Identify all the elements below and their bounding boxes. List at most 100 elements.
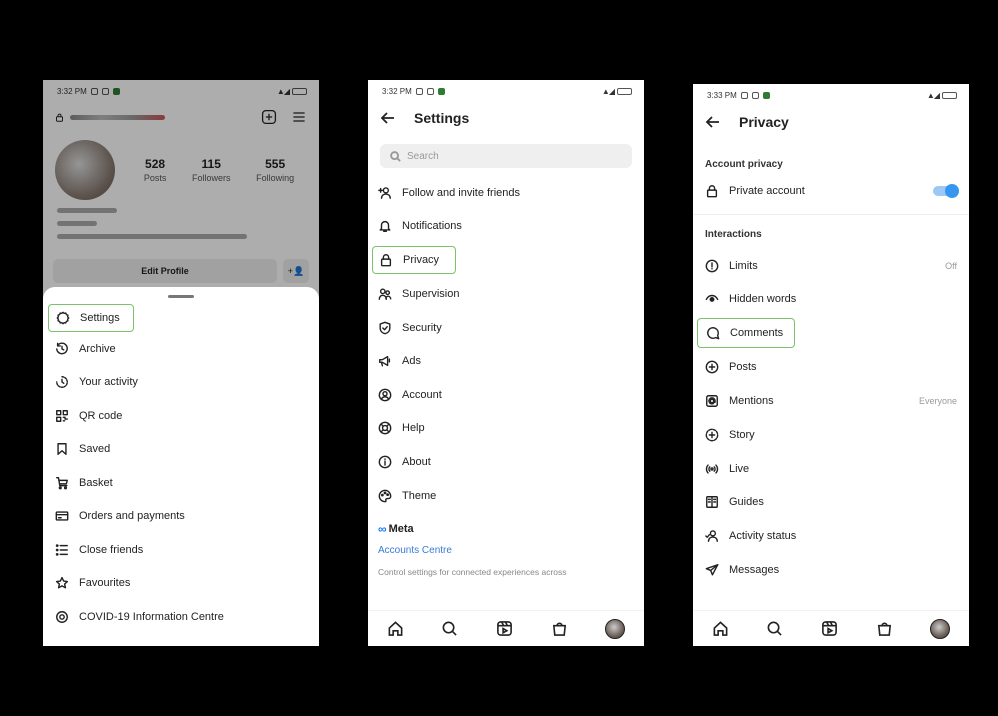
search-icon[interactable] bbox=[766, 620, 783, 637]
menu-item-archive[interactable]: Archive bbox=[43, 332, 319, 366]
accounts-centre-link[interactable]: Accounts Centre bbox=[378, 545, 634, 556]
bell-icon bbox=[378, 219, 392, 233]
meta-infinity-icon: ∞ bbox=[378, 522, 387, 537]
privacy-screen: 3:33 PM ▲◢ Privacy Account privacy Priva… bbox=[693, 84, 969, 646]
settings-item-privacy[interactable]: Privacy bbox=[372, 246, 456, 275]
profile-avatar-tab[interactable] bbox=[930, 618, 951, 639]
comment-icon bbox=[706, 326, 720, 340]
bookmark-icon bbox=[55, 442, 69, 456]
gear-icon bbox=[56, 311, 70, 325]
bottom-sheet-menu: Settings Archive Your activity QR code S… bbox=[43, 287, 319, 646]
privacy-item-limits[interactable]: Limits Off bbox=[693, 249, 969, 283]
privacy-item-posts[interactable]: Posts bbox=[693, 350, 969, 384]
lock-icon bbox=[379, 253, 393, 267]
qr-code-icon bbox=[55, 409, 69, 423]
privacy-item-hidden-words[interactable]: Hidden words bbox=[693, 283, 969, 317]
add-person-icon bbox=[378, 186, 392, 200]
settings-item-notifications[interactable]: Notifications bbox=[368, 210, 644, 244]
search-input[interactable]: Search bbox=[380, 144, 632, 168]
post-icon bbox=[705, 360, 719, 374]
settings-item-security[interactable]: Security bbox=[368, 311, 644, 345]
activity-status-icon bbox=[705, 529, 719, 543]
settings-item-help[interactable]: Help bbox=[368, 412, 644, 446]
limits-icon bbox=[705, 259, 719, 273]
search-icon bbox=[390, 150, 401, 162]
status-time: 3:33 PM bbox=[707, 90, 737, 100]
menu-item-settings[interactable]: Settings bbox=[48, 304, 134, 332]
at-icon bbox=[705, 394, 719, 408]
activity-icon bbox=[55, 375, 69, 389]
list-icon bbox=[55, 543, 69, 557]
settings-item-about[interactable]: About bbox=[368, 445, 644, 479]
bottom-nav bbox=[368, 610, 644, 646]
page-title: Settings bbox=[414, 110, 470, 126]
settings-screen: 3:32 PM ▲◢ Settings Search Follow and in… bbox=[368, 80, 644, 646]
meta-section: ∞ Meta Accounts Centre Control settings f… bbox=[368, 512, 644, 577]
privacy-item-activity-status[interactable]: Activity status bbox=[693, 519, 969, 553]
status-icons: ▲◢ bbox=[927, 91, 957, 100]
section-account-privacy: Account privacy bbox=[705, 158, 783, 170]
meta-description: Control settings for connected experienc… bbox=[378, 567, 567, 578]
reels-icon[interactable] bbox=[821, 620, 838, 637]
bottom-nav bbox=[693, 610, 969, 646]
menu-item-orders-payments[interactable]: Orders and payments bbox=[43, 500, 319, 534]
settings-header: Settings bbox=[368, 102, 644, 134]
private-account-toggle[interactable] bbox=[933, 183, 959, 198]
eye-icon bbox=[705, 292, 719, 306]
meta-logo: ∞ Meta bbox=[378, 522, 414, 537]
status-icons: ▲◢ bbox=[602, 87, 632, 96]
menu-item-covid-info[interactable]: COVID-19 Information Centre bbox=[43, 600, 319, 634]
section-interactions: Interactions bbox=[705, 229, 762, 241]
settings-item-ads[interactable]: Ads bbox=[368, 344, 644, 378]
status-time: 3:32 PM bbox=[382, 86, 412, 96]
shop-icon[interactable] bbox=[876, 620, 893, 637]
home-icon[interactable] bbox=[712, 620, 729, 637]
shop-icon[interactable] bbox=[551, 620, 568, 637]
star-icon bbox=[55, 576, 69, 590]
privacy-item-private-account[interactable]: Private account bbox=[693, 174, 969, 208]
back-arrow-icon[interactable] bbox=[705, 114, 721, 130]
settings-item-supervision[interactable]: Supervision bbox=[368, 277, 644, 311]
privacy-header: Privacy bbox=[693, 106, 969, 138]
messages-icon bbox=[705, 563, 719, 577]
menu-item-favourites[interactable]: Favourites bbox=[43, 567, 319, 601]
status-bar: 3:32 PM ▲◢ bbox=[368, 80, 644, 102]
palette-icon bbox=[378, 489, 392, 503]
sheet-handle[interactable] bbox=[168, 295, 194, 298]
account-icon bbox=[378, 388, 392, 402]
privacy-item-mentions[interactable]: Mentions Everyone bbox=[693, 384, 969, 418]
card-icon bbox=[55, 509, 69, 523]
lifebuoy-icon bbox=[378, 421, 392, 435]
settings-item-follow-invite[interactable]: Follow and invite friends bbox=[368, 176, 644, 210]
search-icon[interactable] bbox=[441, 620, 458, 637]
menu-item-basket[interactable]: Basket bbox=[43, 466, 319, 500]
info-icon bbox=[378, 455, 392, 469]
menu-item-close-friends[interactable]: Close friends bbox=[43, 533, 319, 567]
home-icon[interactable] bbox=[387, 620, 404, 637]
status-bar: 3:33 PM ▲◢ bbox=[693, 84, 969, 106]
live-icon bbox=[705, 462, 719, 476]
profile-avatar-tab[interactable] bbox=[605, 618, 626, 639]
reels-icon[interactable] bbox=[496, 620, 513, 637]
settings-item-theme[interactable]: Theme bbox=[368, 479, 644, 513]
privacy-item-guides[interactable]: Guides bbox=[693, 486, 969, 520]
menu-item-qr-code[interactable]: QR code bbox=[43, 399, 319, 433]
back-arrow-icon[interactable] bbox=[380, 110, 396, 126]
covid-icon bbox=[55, 610, 69, 624]
privacy-item-live[interactable]: Live bbox=[693, 452, 969, 486]
megaphone-icon bbox=[378, 354, 392, 368]
privacy-item-comments[interactable]: Comments bbox=[697, 318, 795, 349]
page-title: Privacy bbox=[739, 114, 789, 130]
lock-icon bbox=[705, 184, 719, 198]
divider bbox=[693, 213, 969, 215]
profile-screen: 3:32 PM ▲◢ 528 Posts 115 Followers 555 Foll… bbox=[43, 80, 319, 646]
settings-item-account[interactable]: Account bbox=[368, 378, 644, 412]
menu-item-saved[interactable]: Saved bbox=[43, 433, 319, 467]
shield-icon bbox=[378, 321, 392, 335]
privacy-item-story[interactable]: Story bbox=[693, 418, 969, 452]
menu-item-your-activity[interactable]: Your activity bbox=[43, 366, 319, 400]
archive-icon bbox=[55, 342, 69, 356]
privacy-item-messages[interactable]: Messages bbox=[693, 553, 969, 587]
basket-icon bbox=[55, 476, 69, 490]
supervision-icon bbox=[378, 287, 392, 301]
